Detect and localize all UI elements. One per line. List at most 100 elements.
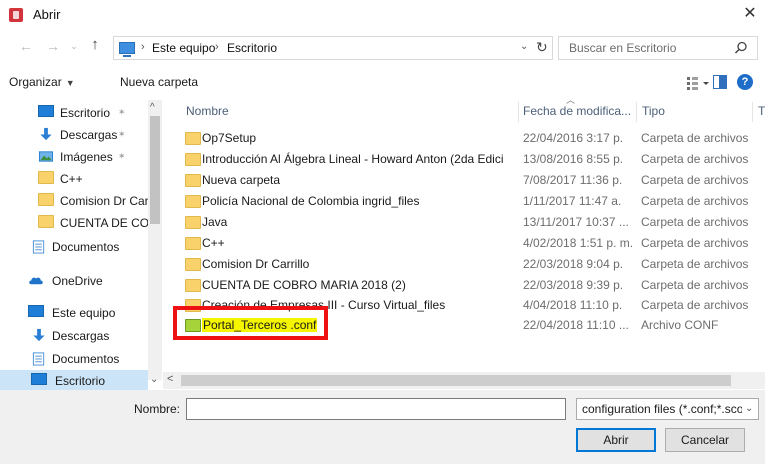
search-box[interactable]: Buscar en Escritorio bbox=[558, 36, 758, 60]
file-name-field[interactable]: ⌄ bbox=[186, 398, 742, 420]
horizontal-scrollbar[interactable]: < bbox=[163, 372, 765, 389]
file-name: Introducción Al Álgebra Lineal - Howard … bbox=[202, 152, 504, 166]
scroll-left-icon[interactable]: < bbox=[167, 373, 173, 385]
this-pc-icon bbox=[119, 42, 135, 57]
nav-item-desktop[interactable]: Escritorio bbox=[0, 370, 148, 392]
download-icon bbox=[40, 127, 52, 141]
file-date: 7/08/2017 11:36 p. bbox=[523, 173, 623, 187]
nav-scrollbar-thumb[interactable] bbox=[150, 116, 160, 224]
file-type: Carpeta de archivos bbox=[641, 131, 749, 145]
nav-item-downloads[interactable]: Descargas bbox=[0, 325, 148, 347]
nav-item-label: Descargas bbox=[52, 329, 110, 343]
pin-icon[interactable]: ✶ bbox=[118, 107, 126, 118]
column-header-size[interactable]: T bbox=[758, 104, 765, 118]
column-separator[interactable] bbox=[518, 102, 519, 122]
nav-item-label: Documentos bbox=[52, 352, 120, 366]
nav-item-label: Este equipo bbox=[52, 306, 116, 320]
nav-item-downloads-quick[interactable]: Descargas ✶ bbox=[0, 124, 148, 146]
nav-item-pictures[interactable]: Imágenes ✶ bbox=[0, 146, 148, 168]
breadcrumb-this-pc[interactable]: Este equipo bbox=[152, 41, 215, 55]
horizontal-scrollbar-thumb[interactable] bbox=[181, 375, 731, 386]
file-date: 1/11/2017 11:47 a. bbox=[523, 194, 622, 208]
chevron-down-icon[interactable]: ⌄ bbox=[520, 41, 528, 52]
pin-icon[interactable]: ✶ bbox=[118, 151, 126, 162]
file-row[interactable]: Policía Nacional de Colombia ingrid_file… bbox=[177, 191, 749, 212]
file-row[interactable]: C++ 4/02/2018 1:51 p. m. Carpeta de arch… bbox=[177, 233, 748, 254]
view-options-icon[interactable] bbox=[685, 74, 713, 92]
column-header-date[interactable]: Fecha de modifica... bbox=[523, 104, 631, 118]
organize-button[interactable]: Organizar ▼ bbox=[9, 75, 75, 89]
file-type: Carpeta de archivos bbox=[641, 215, 749, 229]
nav-item-label: C++ bbox=[60, 172, 83, 186]
nav-item-label: Imágenes bbox=[60, 150, 113, 164]
file-name: Comision Dr Carrillo bbox=[202, 257, 310, 271]
column-separator[interactable] bbox=[752, 102, 753, 122]
preview-pane-icon[interactable] bbox=[713, 75, 727, 89]
pin-icon[interactable]: ✶ bbox=[118, 129, 126, 140]
cancel-button[interactable]: Cancelar bbox=[665, 428, 745, 452]
chevron-right-icon[interactable]: › bbox=[215, 41, 219, 53]
breadcrumb-desktop[interactable]: Escritorio bbox=[227, 41, 277, 55]
refresh-icon[interactable]: ↻ bbox=[536, 39, 548, 56]
open-button[interactable]: Abrir bbox=[576, 428, 656, 452]
navigation-pane: Escritorio ✶ Descargas ✶ Imágenes ✶ C++ … bbox=[0, 100, 162, 392]
file-type: Carpeta de archivos bbox=[641, 194, 749, 208]
nav-item-comision[interactable]: Comision Dr Carrillo bbox=[0, 190, 148, 212]
file-name: Nueva carpeta bbox=[202, 173, 281, 187]
file-row[interactable]: Comision Dr Carrillo 22/03/2018 9:04 p. … bbox=[177, 254, 748, 275]
documents-icon bbox=[32, 240, 45, 254]
file-type: Archivo CONF bbox=[641, 318, 719, 332]
chevron-down-icon[interactable]: ⌄ bbox=[745, 403, 753, 414]
file-date: 13/08/2016 8:55 p. bbox=[523, 152, 624, 166]
column-header-name[interactable]: Nombre bbox=[186, 104, 229, 118]
folder-icon bbox=[185, 174, 201, 187]
help-icon[interactable]: ? bbox=[737, 74, 753, 90]
file-row[interactable]: Introducción Al Álgebra Lineal - Howard … bbox=[177, 149, 749, 170]
file-name: C++ bbox=[202, 236, 225, 250]
file-type: Carpeta de archivos bbox=[641, 278, 749, 292]
nav-item-documents[interactable]: Documentos bbox=[0, 348, 148, 370]
column-header-type[interactable]: Tipo bbox=[642, 104, 665, 118]
pictures-icon bbox=[38, 151, 54, 162]
file-name-input[interactable] bbox=[191, 400, 541, 418]
file-row[interactable]: Java 13/11/2017 10:37 ... Carpeta de arc… bbox=[177, 212, 749, 233]
new-folder-button[interactable]: Nueva carpeta bbox=[120, 75, 198, 89]
file-row[interactable]: CUENTA DE COBRO MARIA 2018 (2) 22/03/201… bbox=[177, 275, 749, 296]
annotation-highlight-box bbox=[173, 306, 328, 340]
folder-icon bbox=[38, 193, 54, 206]
close-icon[interactable]: ✕ bbox=[740, 4, 760, 24]
file-row[interactable]: Op7Setup 22/04/2016 3:17 p. Carpeta de a… bbox=[177, 128, 749, 149]
column-separator[interactable] bbox=[636, 102, 637, 122]
file-type: Carpeta de archivos bbox=[641, 152, 749, 166]
nav-item-cpp[interactable]: C++ bbox=[0, 168, 148, 190]
nav-item-label: Escritorio bbox=[60, 106, 111, 120]
file-type-filter[interactable]: configuration files (*.conf;*.sco ⌄ bbox=[576, 398, 759, 420]
search-placeholder[interactable]: Buscar en Escritorio bbox=[569, 41, 676, 55]
nav-item-label: Escritorio bbox=[55, 374, 106, 388]
address-bar[interactable]: › Este equipo › Escritorio ⌄ ↻ bbox=[113, 36, 553, 60]
nav-item-desktop-quick[interactable]: Escritorio ✶ bbox=[0, 102, 148, 124]
recent-locations-icon[interactable]: ⌄ bbox=[66, 41, 82, 52]
scroll-down-icon[interactable]: ⌄ bbox=[150, 374, 158, 385]
desktop-icon bbox=[38, 105, 54, 117]
file-date: 4/02/2018 1:51 p. m. bbox=[523, 236, 634, 250]
file-row[interactable]: Nueva carpeta 7/08/2017 11:36 p. Carpeta… bbox=[177, 170, 748, 191]
computer-icon bbox=[28, 305, 44, 317]
nav-item-label: Descargas bbox=[60, 128, 118, 142]
file-type-filter-value: configuration files (*.conf;*.sco bbox=[582, 402, 742, 416]
nav-item-this-pc[interactable]: Este equipo bbox=[0, 302, 148, 324]
up-arrow-icon[interactable]: ↑ bbox=[87, 36, 103, 53]
folder-icon bbox=[185, 258, 201, 271]
nav-item-onedrive[interactable]: OneDrive bbox=[0, 270, 148, 292]
file-date: 13/11/2017 10:37 ... bbox=[523, 215, 629, 229]
search-icon[interactable] bbox=[733, 40, 749, 56]
forward-arrow-icon[interactable]: → bbox=[45, 38, 61, 54]
chevron-right-icon[interactable]: › bbox=[141, 41, 145, 53]
nav-item-documents-quick[interactable]: Documentos bbox=[0, 236, 148, 258]
back-arrow-icon[interactable]: ← bbox=[18, 38, 34, 54]
window-title: Abrir bbox=[33, 7, 61, 22]
nav-item-label: Comision Dr Carrillo bbox=[60, 194, 148, 208]
nav-item-cuenta[interactable]: CUENTA DE COBRO MARIA 2018 (2) bbox=[0, 212, 148, 234]
folder-icon bbox=[185, 132, 201, 145]
scroll-up-icon[interactable]: ^ bbox=[150, 102, 155, 113]
